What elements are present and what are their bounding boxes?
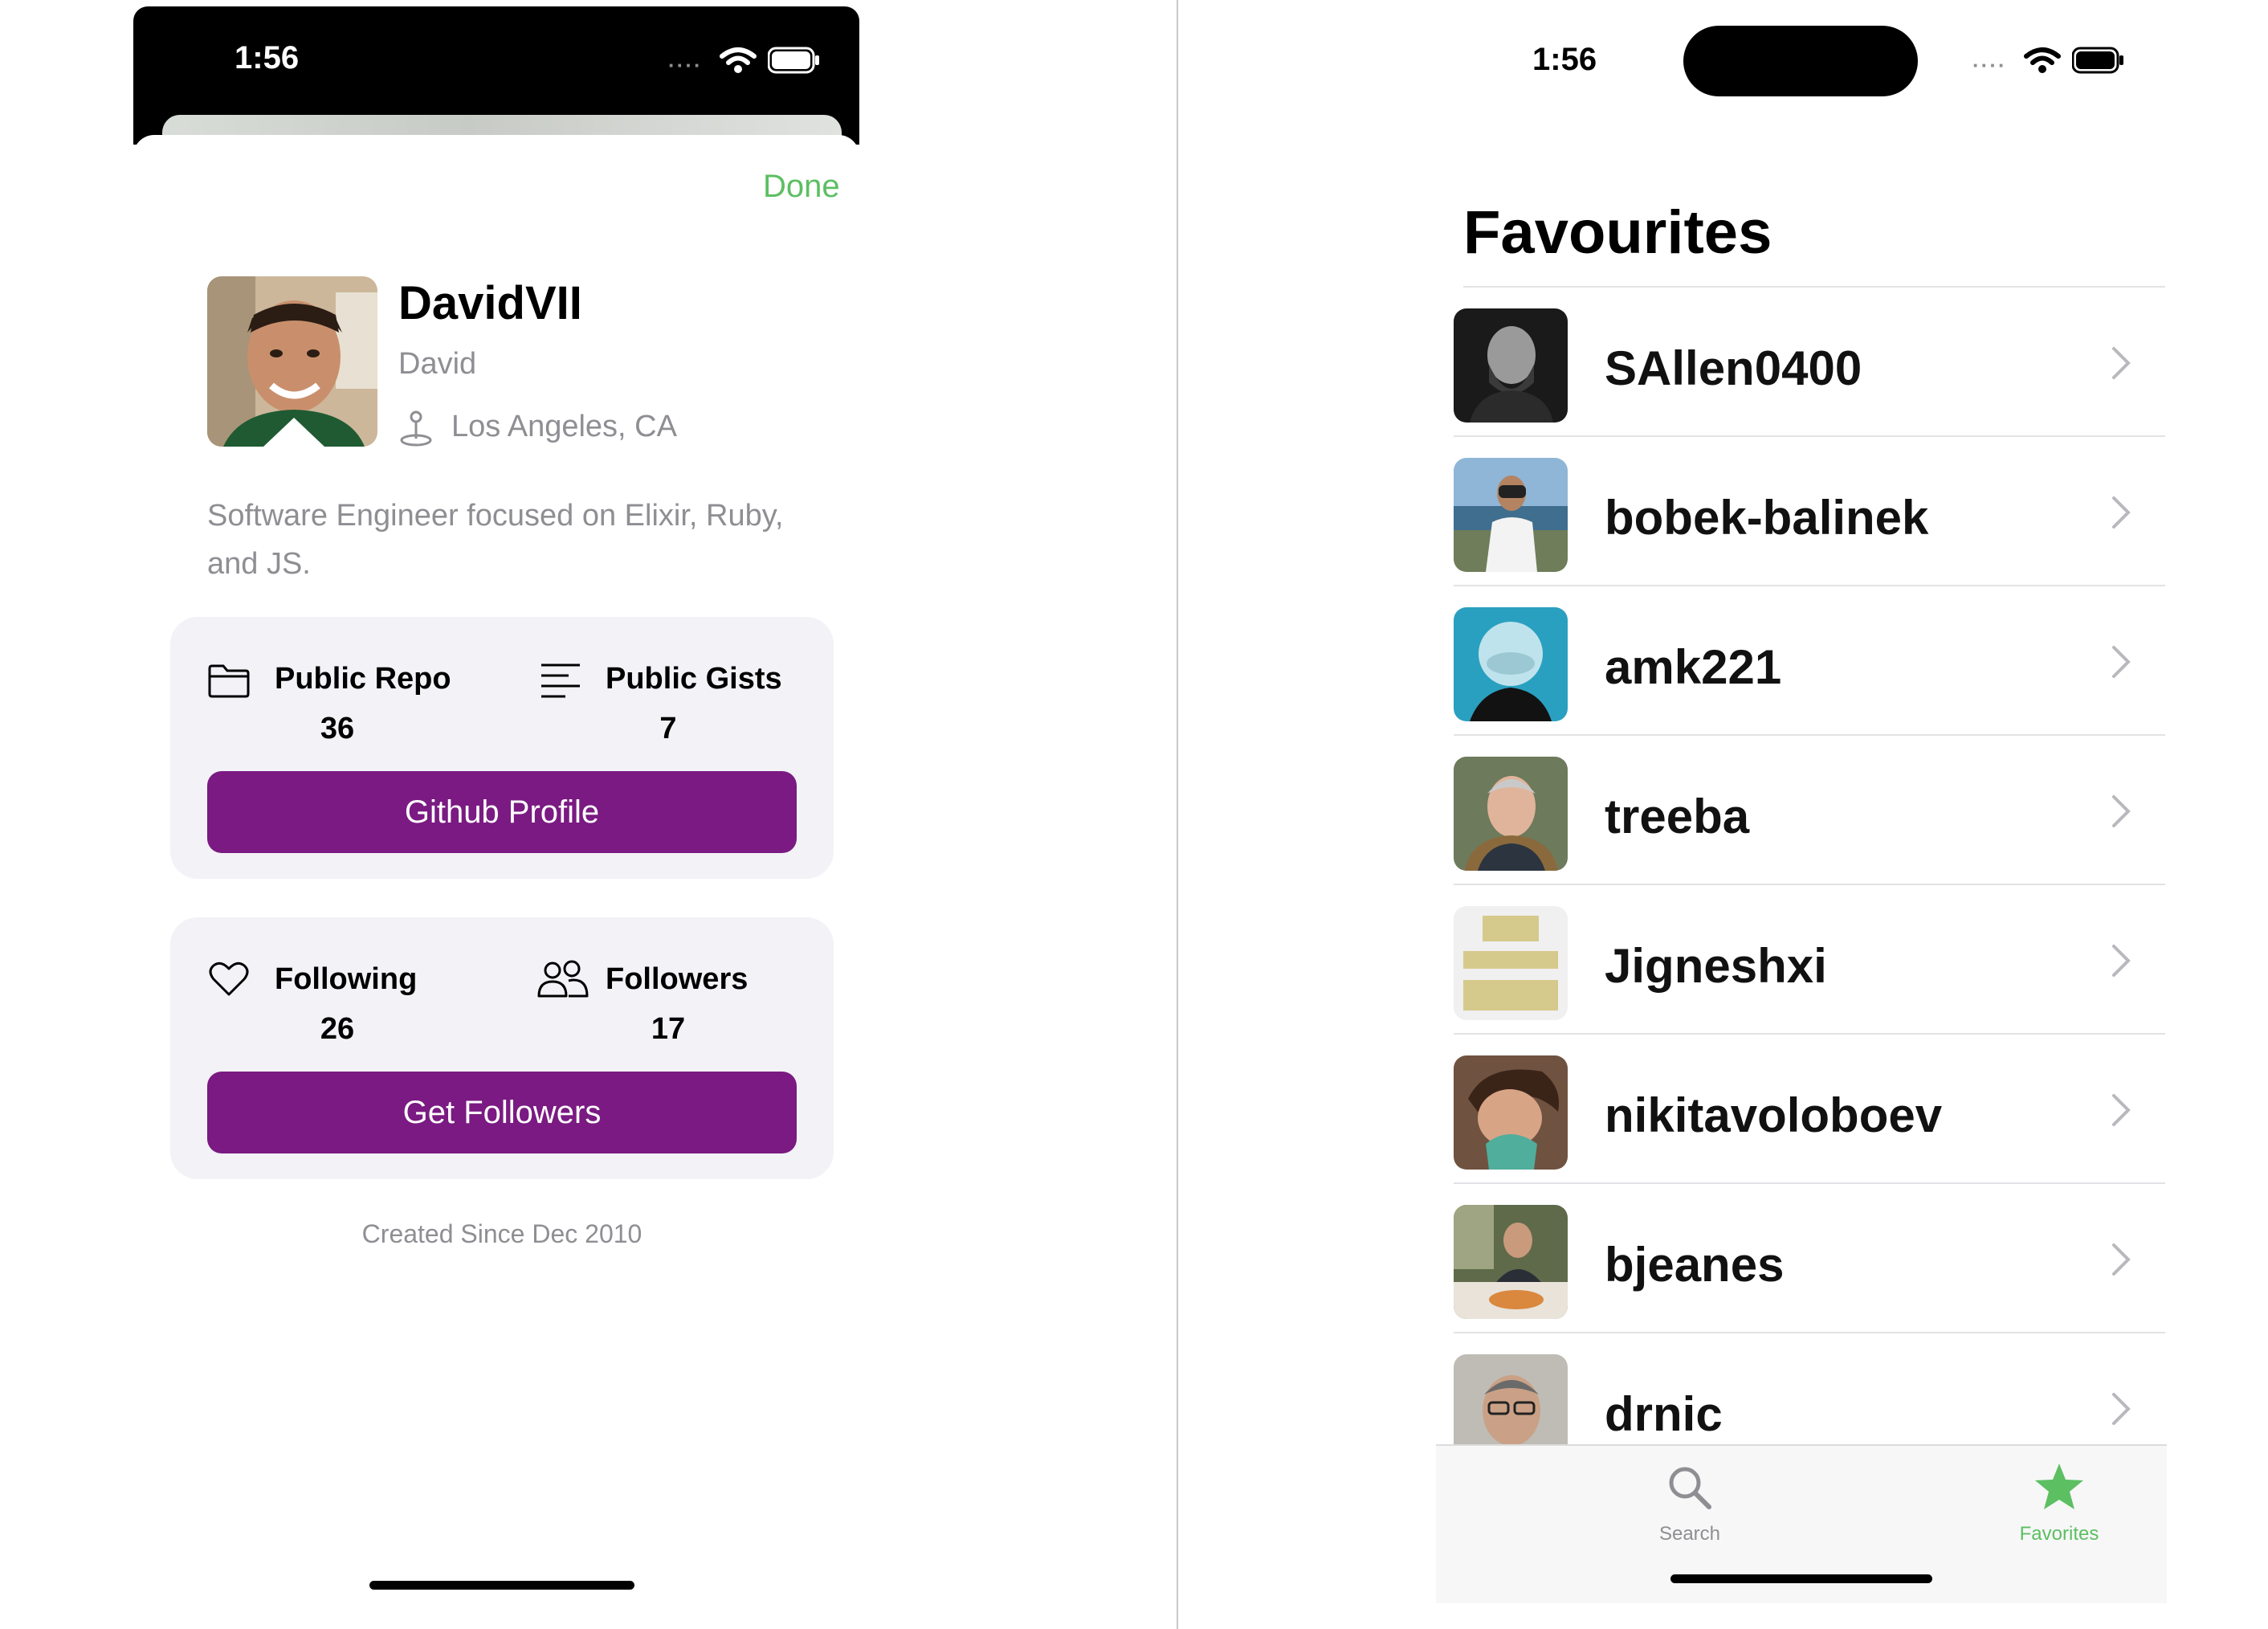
favorite-username: nikitavoloboev <box>1605 1088 1943 1142</box>
tab-label: Favorites <box>2019 1523 2099 1545</box>
favorites-list[interactable]: SAllen0400 bobek-balinek amk221 treeba J… <box>1454 288 2165 1444</box>
chevron-right-icon <box>2112 347 2131 379</box>
follow-stats-card: Following 26 Followers 17 Get Followers <box>170 917 834 1179</box>
done-button[interactable]: Done <box>763 169 840 205</box>
battery-icon <box>2072 47 2123 74</box>
repo-stats-card: Public Repo 36 Public Gists 7 Github Pro… <box>170 617 834 879</box>
favorite-username: bobek-balinek <box>1605 491 1929 545</box>
folder-icon <box>208 664 250 698</box>
list-item[interactable]: amk221 <box>1454 586 2165 736</box>
chevron-right-icon <box>2112 646 2131 678</box>
chevron-right-icon <box>2112 1243 2131 1276</box>
favorite-username: Jigneshxi <box>1605 939 1827 993</box>
people-icon <box>537 960 589 998</box>
chevron-right-icon <box>2112 1094 2131 1126</box>
status-time: 1:56 <box>1532 42 1597 77</box>
dynamic-island <box>1683 26 1918 96</box>
list-item[interactable]: bobek-balinek <box>1454 437 2165 586</box>
following-label: Following <box>275 962 418 996</box>
status-time: 1:56 <box>235 40 300 76</box>
signal-dots: ···· <box>668 53 703 77</box>
list-item[interactable]: bjeanes <box>1454 1184 2165 1333</box>
avatar <box>1454 1354 1568 1444</box>
heart-icon <box>209 961 249 996</box>
list-item[interactable]: nikitavoloboev <box>1454 1035 2165 1184</box>
chevron-right-icon <box>2112 1393 2131 1425</box>
real-name: David <box>398 347 477 381</box>
public-gists-label: Public Gists <box>606 662 782 696</box>
avatar <box>1454 757 1568 871</box>
bio-text: Software Engineer focused on Elixir, Rub… <box>207 499 784 581</box>
get-followers-button[interactable]: Get Followers <box>207 1072 797 1153</box>
home-indicator[interactable] <box>1670 1574 1932 1583</box>
avatar <box>1454 458 1568 572</box>
magnifying-glass-icon <box>1669 1467 1711 1509</box>
public-gists-count: 7 <box>659 712 677 745</box>
github-profile-button[interactable]: Github Profile <box>207 771 797 853</box>
favorite-username: SAllen0400 <box>1605 341 1862 395</box>
tab-search[interactable]: Search <box>1609 1457 1770 1553</box>
favorite-username: drnic <box>1605 1387 1723 1441</box>
following-count: 26 <box>320 1012 355 1046</box>
avatar <box>1454 906 1568 1020</box>
avatar <box>207 276 377 447</box>
list-item[interactable]: treeba <box>1454 736 2165 885</box>
followers-count: 17 <box>651 1012 686 1046</box>
list-item[interactable]: SAllen0400 <box>1454 288 2165 437</box>
public-repo-label: Public Repo <box>275 662 451 696</box>
favorite-username: treeba <box>1605 790 1750 843</box>
avatar <box>1454 308 1568 423</box>
list-item[interactable]: Jigneshxi <box>1454 885 2165 1035</box>
home-indicator[interactable] <box>369 1581 634 1590</box>
chevron-right-icon <box>2112 945 2131 977</box>
favorite-username: amk221 <box>1605 640 1782 694</box>
map-pin-icon <box>400 410 432 447</box>
text-align-left-icon <box>541 663 580 698</box>
public-repo-count: 36 <box>320 712 355 745</box>
followers-label: Followers <box>606 962 749 996</box>
signal-dots: ···· <box>1972 53 2007 77</box>
location-text: Los Angeles, CA <box>451 410 677 443</box>
created-since-text: Created Since Dec 2010 <box>361 1219 642 1248</box>
wifi-icon <box>720 47 757 73</box>
chevron-right-icon <box>2112 795 2131 827</box>
wifi-icon <box>2024 47 2061 73</box>
avatar <box>1454 1055 1568 1170</box>
chevron-right-icon <box>2112 496 2131 529</box>
screenshot-divider <box>1177 0 1178 1629</box>
tab-label: Search <box>1658 1523 1721 1545</box>
star-icon <box>2035 1464 2083 1509</box>
battery-icon <box>768 47 819 74</box>
username: DavidVII <box>398 277 582 329</box>
avatar <box>1454 607 1568 721</box>
favorite-username: bjeanes <box>1605 1238 1785 1292</box>
page-title: Favourites <box>1463 198 1772 267</box>
avatar <box>1454 1205 1568 1319</box>
tab-favorites[interactable]: Favorites <box>1979 1457 2140 1553</box>
list-item[interactable]: drnic <box>1454 1333 2165 1444</box>
